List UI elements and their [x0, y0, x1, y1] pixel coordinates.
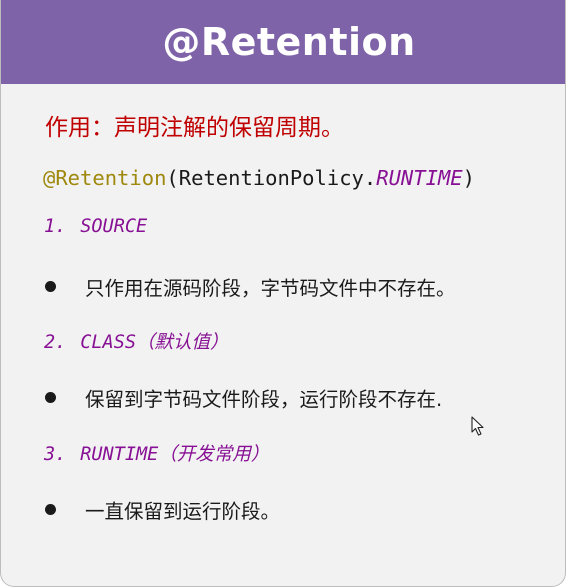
policy-item-runtime: 3. RUNTIME（开发常用） [44, 440, 269, 466]
annotation-name: @Retention [43, 166, 167, 190]
mouse-pointer-icon [471, 416, 484, 436]
item-number: 2. [44, 332, 67, 353]
slide: @Retention 作用：声明注解的保留周期。 @Retention(Rete… [0, 0, 566, 587]
item-description: 保留到字节码文件阶段，运行阶段不存在. [85, 388, 443, 411]
code-line: @Retention(RetentionPolicy.RUNTIME) [43, 166, 475, 190]
item-name: SOURCE [80, 216, 148, 237]
bullet-dot-icon [45, 504, 56, 515]
policy-item-class: 2. CLASS（默认值） [44, 328, 229, 354]
item-name: CLASS [80, 332, 136, 353]
purpose-text: 作用：声明注解的保留周期。 [45, 115, 344, 141]
policy-item-source: 1. SOURCE [44, 216, 147, 237]
item-number: 1. [44, 216, 67, 237]
item-description: 一直保留到运行阶段。 [85, 500, 281, 523]
policy-value: RUNTIME [376, 166, 463, 190]
item-number: 3. [44, 444, 67, 465]
list-item: 一直保留到运行阶段。 [45, 495, 280, 524]
item-note: （默认值） [135, 332, 229, 353]
list-item: 只作用在源码阶段，字节码文件中不存在。 [45, 272, 456, 301]
item-description: 只作用在源码阶段，字节码文件中不存在。 [85, 277, 456, 300]
bullet-dot-icon [45, 281, 56, 292]
item-name: RUNTIME [80, 444, 159, 465]
close-paren: ) [462, 166, 475, 190]
item-note: （开发常用） [158, 444, 270, 465]
page-title: @Retention [162, 20, 416, 64]
title-bar: @Retention [1, 0, 565, 84]
list-item: 保留到字节码文件阶段，运行阶段不存在. [45, 383, 442, 412]
bullet-dot-icon [45, 392, 56, 403]
policy-class: RetentionPolicy. [178, 166, 377, 190]
open-paren: ( [166, 166, 179, 190]
